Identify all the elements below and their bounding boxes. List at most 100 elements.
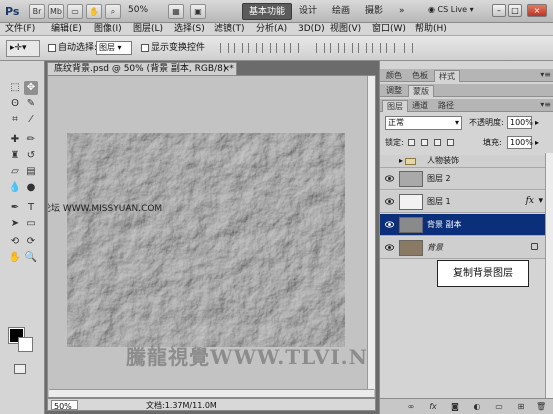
menu-window[interactable]: 窗口(W) <box>372 23 406 36</box>
menu-filter[interactable]: 滤镜(T) <box>214 23 245 36</box>
dodge-tool-icon[interactable]: ● <box>24 181 38 195</box>
arrange-icon[interactable]: ▦ <box>168 4 184 19</box>
opacity-dropdown-icon[interactable]: ▸ <box>535 117 539 129</box>
auto-align-icon[interactable] <box>404 43 413 53</box>
marquee-tool-icon[interactable]: ⬚ <box>8 81 22 95</box>
tab-swatches[interactable]: 色板 <box>408 70 432 82</box>
lock-transparent-icon[interactable] <box>408 139 415 146</box>
distribute-top-icon[interactable] <box>316 43 325 53</box>
eyedropper-tool-icon[interactable]: ⁄ <box>24 113 38 127</box>
layer-effects-icon[interactable]: fx <box>526 196 534 206</box>
trash-icon[interactable]: 🗑 <box>536 402 546 412</box>
menu-layer[interactable]: 图层(L) <box>133 23 163 36</box>
align-hcenter-icon[interactable] <box>276 43 285 53</box>
align-vcenter-icon[interactable] <box>234 43 243 53</box>
distribute-vcenter-icon[interactable] <box>330 43 339 53</box>
history-brush-icon[interactable]: ↺ <box>24 149 38 163</box>
expand-arrow-icon[interactable]: ▸ <box>399 155 403 167</box>
opacity-field[interactable]: 100% <box>507 116 533 129</box>
adjustment-icon[interactable]: ◐ <box>472 402 482 412</box>
align-left-icon[interactable] <box>262 43 271 53</box>
auto-select-checkbox[interactable] <box>48 44 56 52</box>
distribute-right-icon[interactable] <box>386 43 395 53</box>
screen-mode-icon[interactable]: ▭ <box>67 4 83 19</box>
pen-tool-icon[interactable]: ✒ <box>8 201 22 215</box>
canvas-horizontal-scrollbar[interactable] <box>49 389 374 397</box>
align-bottom-icon[interactable] <box>248 43 257 53</box>
menu-3d[interactable]: 3D(D) <box>298 23 325 36</box>
tool-preset-picker[interactable]: ▸✛▾ <box>6 40 40 57</box>
maximize-button[interactable]: □ <box>508 4 522 17</box>
fx-icon[interactable]: fx <box>428 402 438 412</box>
healing-brush-icon[interactable]: ✚ <box>8 133 22 147</box>
distribute-bottom-icon[interactable] <box>344 43 353 53</box>
zoom-tool-icon[interactable]: 🔍 <box>24 251 38 265</box>
new-layer-icon[interactable]: ⊞ <box>516 402 526 412</box>
tab-adjustments[interactable]: 调整 <box>382 85 406 97</box>
zoom-tool-icon[interactable]: ⌕ <box>105 4 121 19</box>
layers-scrollbar[interactable] <box>545 153 553 403</box>
menu-view[interactable]: 视图(V) <box>330 23 361 36</box>
layers-panel-menu-icon[interactable]: ▾≡ <box>540 100 551 109</box>
workspace-photography[interactable]: 摄影 <box>359 3 389 20</box>
status-zoom-field[interactable]: 50% <box>51 400 78 411</box>
tab-channels[interactable]: 通道 <box>408 100 432 112</box>
tab-styles[interactable]: 样式 <box>434 70 460 82</box>
quick-mask-icon[interactable] <box>14 364 26 374</box>
canvas-area[interactable]: 思缘设计论坛 WWW.MISSYUAN.COM 騰龍視覺WWW.TLVI.NET <box>47 75 376 398</box>
align-top-icon[interactable] <box>220 43 229 53</box>
layer-row-layer1[interactable]: 图层 1 fx ▾ <box>380 191 546 213</box>
cs-live-button[interactable]: ◉ CS Live ▾ <box>428 5 474 14</box>
eye-icon[interactable] <box>385 174 394 183</box>
menu-select[interactable]: 选择(S) <box>174 23 205 36</box>
mini-bridge-icon[interactable]: Mb <box>48 4 64 19</box>
tab-paths[interactable]: 路径 <box>434 100 458 112</box>
lasso-tool-icon[interactable]: ʘ <box>8 97 22 111</box>
panel-menu-icon[interactable]: ▾≡ <box>540 70 551 79</box>
3d-rotate-tool-icon[interactable]: ⟲ <box>8 235 22 249</box>
layer-group-row[interactable]: ▸ 人物装饰 <box>380 155 546 168</box>
more-workspaces-button[interactable]: » <box>393 3 411 20</box>
visibility-off-icon[interactable] <box>385 157 394 166</box>
workspace-design[interactable]: 设计 <box>293 3 323 20</box>
workspace-painting[interactable]: 绘画 <box>326 3 356 20</box>
clone-stamp-icon[interactable]: ♜ <box>8 149 22 163</box>
layer-row-background-copy[interactable]: 背景 副本 <box>380 214 546 236</box>
3d-orbit-tool-icon[interactable]: ⟳ <box>24 235 38 249</box>
tab-color[interactable]: 颜色 <box>382 70 406 82</box>
file-browser-icon[interactable]: Br <box>29 4 45 19</box>
background-color-swatch[interactable] <box>18 337 33 352</box>
shape-tool-icon[interactable]: ▭ <box>24 217 38 231</box>
fill-field[interactable]: 100% <box>507 136 533 149</box>
align-right-icon[interactable] <box>290 43 299 53</box>
document-tab[interactable]: 底纹背景.psd @ 50% (背景 副本, RGB/8) * × <box>47 62 237 75</box>
path-select-tool-icon[interactable]: ➤ <box>8 217 22 231</box>
workspace-essentials[interactable]: 基本功能 <box>242 3 293 20</box>
eye-icon[interactable] <box>385 220 394 229</box>
menu-image[interactable]: 图像(I) <box>94 23 122 36</box>
lock-position-icon[interactable] <box>434 139 441 146</box>
eye-icon[interactable] <box>385 243 394 252</box>
eraser-tool-icon[interactable]: ▱ <box>8 165 22 179</box>
auto-select-dropdown[interactable]: 图层 ▾ <box>96 41 132 55</box>
mask-icon[interactable]: ◙ <box>450 402 460 412</box>
close-button[interactable]: × <box>527 4 547 17</box>
quick-select-tool-icon[interactable]: ✎ <box>24 97 38 111</box>
tab-masks[interactable]: 蒙版 <box>408 85 434 97</box>
crop-tool-icon[interactable]: ⌗ <box>8 113 22 127</box>
menu-edit[interactable]: 编辑(E) <box>51 23 82 36</box>
fill-dropdown-icon[interactable]: ▸ <box>535 137 539 149</box>
menu-analysis[interactable]: 分析(A) <box>256 23 287 36</box>
distribute-hcenter-icon[interactable] <box>372 43 381 53</box>
menu-file[interactable]: 文件(F) <box>5 23 35 36</box>
lock-pixels-icon[interactable] <box>421 139 428 146</box>
zoom-level-select[interactable]: 50% <box>128 5 148 15</box>
lock-all-icon[interactable] <box>447 139 454 146</box>
layer-row-background[interactable]: 背景 <box>380 237 546 259</box>
document-size-info[interactable]: 文档:1.37M/11.0M <box>146 400 217 411</box>
link-icon[interactable]: ∞ <box>406 402 416 412</box>
tab-layers[interactable]: 图层 <box>382 100 408 112</box>
distribute-left-icon[interactable] <box>358 43 367 53</box>
eye-icon[interactable] <box>385 197 394 206</box>
canvas-vertical-scrollbar[interactable] <box>367 76 375 389</box>
